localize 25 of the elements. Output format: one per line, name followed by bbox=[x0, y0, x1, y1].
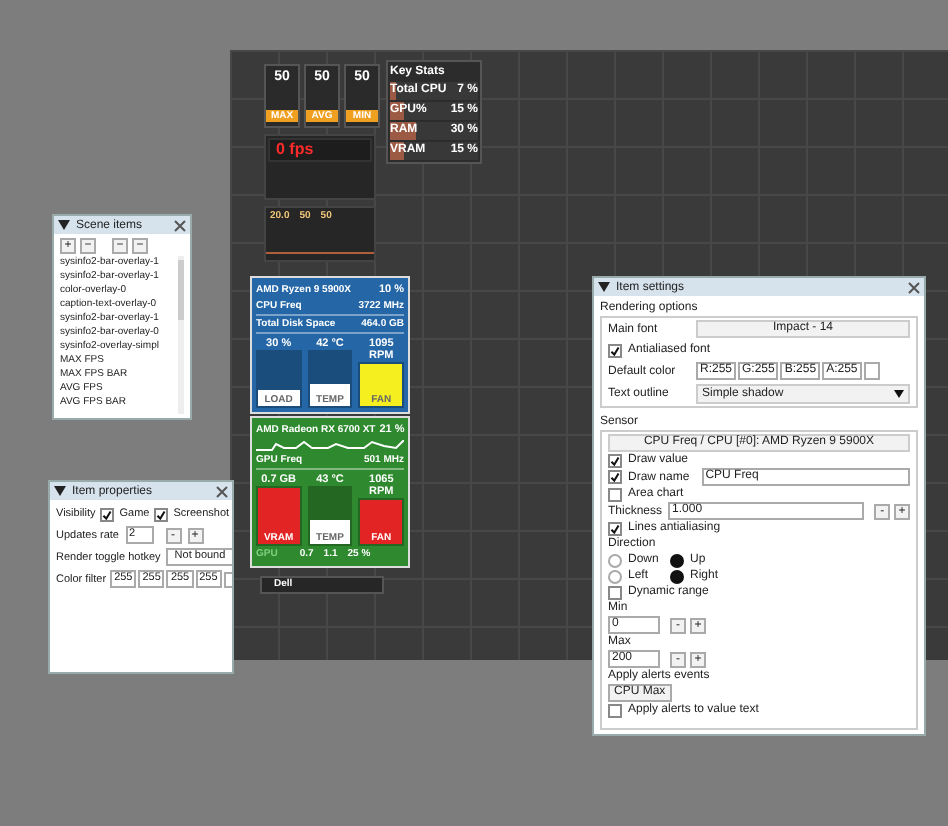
collapse-icon bbox=[58, 220, 70, 230]
checkbox[interactable] bbox=[608, 585, 622, 599]
collapse-icon bbox=[54, 486, 66, 496]
color-swatch[interactable] bbox=[863, 362, 880, 380]
checkbox[interactable] bbox=[608, 487, 622, 501]
checkbox[interactable] bbox=[99, 507, 114, 521]
checkbox[interactable] bbox=[608, 343, 622, 357]
close-icon[interactable] bbox=[174, 219, 186, 231]
checkbox[interactable] bbox=[608, 703, 622, 717]
fps-counter: 0 fps bbox=[268, 138, 372, 162]
radio-button[interactable] bbox=[670, 569, 684, 583]
radio-button[interactable] bbox=[608, 553, 622, 567]
checkbox[interactable] bbox=[608, 521, 622, 535]
collapse-icon bbox=[598, 282, 610, 292]
checkbox[interactable] bbox=[153, 507, 168, 521]
caret-icon bbox=[894, 390, 904, 398]
scrollbar-thumb[interactable] bbox=[178, 260, 184, 320]
radio-button[interactable] bbox=[670, 553, 684, 567]
close-icon[interactable] bbox=[216, 485, 228, 497]
scrollbar[interactable] bbox=[178, 256, 184, 414]
close-icon[interactable] bbox=[908, 281, 920, 293]
graph-line bbox=[266, 252, 374, 254]
checkbox[interactable] bbox=[608, 470, 622, 484]
checkbox[interactable] bbox=[608, 453, 622, 467]
radio-button[interactable] bbox=[608, 569, 622, 583]
